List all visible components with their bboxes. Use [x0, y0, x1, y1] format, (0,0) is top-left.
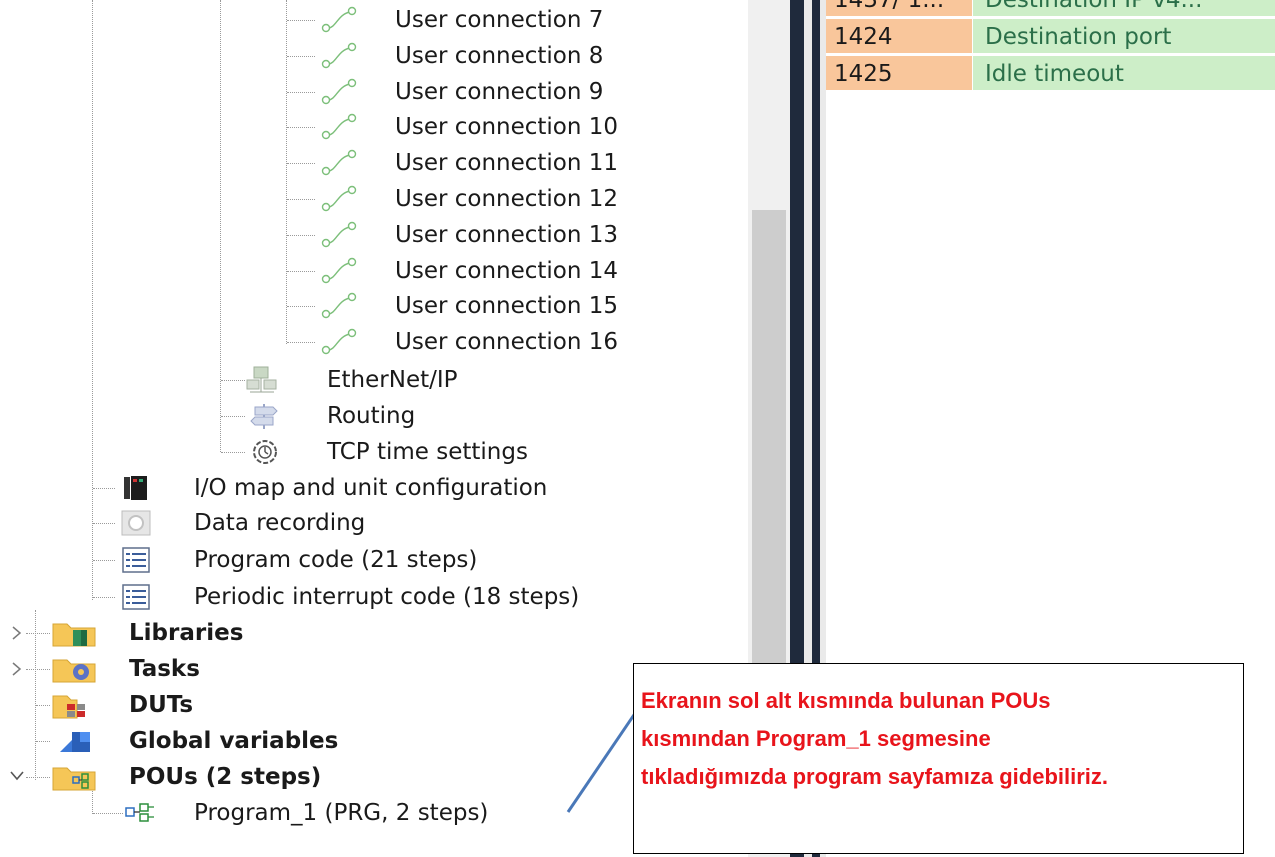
- annotation-line: kısmından Program_1 segmesine: [641, 726, 991, 751]
- annotation-callout: Ekranın sol alt kısmında bulunan POUs kı…: [633, 663, 1244, 854]
- annotation-line: tıkladığımızda program sayfamıza gidebil…: [641, 764, 1109, 789]
- annotation-line: Ekranın sol alt kısmında bulunan POUs: [641, 688, 1051, 713]
